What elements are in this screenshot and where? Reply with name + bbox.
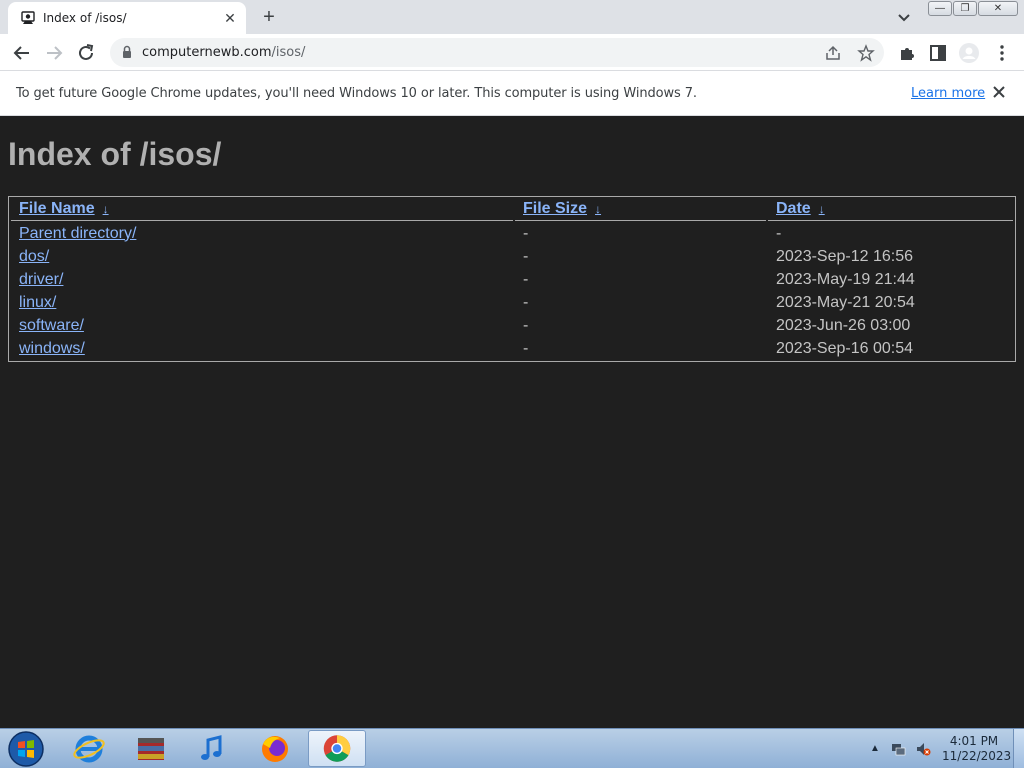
url-text[interactable]: computernewb.com/isos/ [142,45,305,60]
restore-button[interactable]: ❐ [953,1,977,16]
firefox-icon[interactable] [246,730,304,767]
profile-avatar-icon[interactable] [958,42,980,64]
sort-arrow-icon[interactable]: ↓ [595,202,601,216]
file-size-cell: - [523,293,529,311]
show-hidden-icons-arrow[interactable]: ▲ [870,743,880,754]
file-size-cell: - [523,224,529,242]
reload-icon[interactable] [75,42,97,64]
back-arrow-icon[interactable] [11,42,33,64]
chrome-icon[interactable] [308,730,366,767]
extensions-puzzle-icon[interactable] [896,42,918,64]
volume-muted-icon[interactable] [915,741,931,757]
folder-link-dos[interactable]: dos/ [19,248,49,265]
tab-active[interactable]: Index of /isos/ ✕ [8,2,246,34]
start-orb-icon[interactable] [5,730,47,768]
tab-close-icon[interactable]: ✕ [222,10,238,26]
new-tab-button[interactable]: + [258,6,280,28]
folder-link-windows[interactable]: windows/ [19,340,85,357]
menu-kebab-icon[interactable] [991,42,1013,64]
infobar-message: To get future Google Chrome updates, you… [16,86,697,101]
system-clock[interactable]: 4:01 PM 11/22/2023 [942,734,1012,764]
column-header-name: File Name ↓ [11,199,513,221]
clock-time: 4:01 PM [949,734,999,748]
folder-link-software[interactable]: software/ [19,317,84,334]
date-cell: 2023-May-19 21:44 [776,270,915,288]
page-title: Index of /isos/ [8,136,222,172]
file-size-cell: - [523,339,529,357]
date-cell: 2023-Sep-16 00:54 [776,339,913,357]
tab-search-chevron-icon[interactable] [895,8,913,26]
minimize-button[interactable]: — [928,1,952,16]
date-cell: 2023-May-21 20:54 [776,293,915,311]
folder-link-driver[interactable]: driver/ [19,271,63,288]
network-icon[interactable] [890,741,906,757]
sort-arrow-icon[interactable]: ↓ [819,202,825,216]
show-desktop-button[interactable] [1013,729,1024,768]
date-cell: - [776,224,782,242]
date-cell: 2023-Sep-12 16:56 [776,247,913,265]
parent-directory-link[interactable]: Parent directory/ [19,225,136,242]
table-row: dos/ - 2023-Sep-12 16:56 [11,246,1013,267]
forward-arrow-icon[interactable] [43,42,65,64]
internet-explorer-icon[interactable] [60,730,118,767]
bookmark-star-icon[interactable] [857,44,875,62]
side-panel-icon[interactable] [927,42,949,64]
page-content: Index of /isos/ File Name ↓ File Size ↓ Da… [0,116,1024,728]
file-size-cell: - [523,270,529,288]
tab-strip: Index of /isos/ ✕ + — ❐ ✕ [0,0,1024,34]
sort-by-name-link[interactable]: File Name [19,200,95,217]
table-header-row: File Name ↓ File Size ↓ Date ↓ [11,199,1013,221]
url-path: /isos/ [271,45,306,60]
table-row: linux/ - 2023-May-21 20:54 [11,292,1013,313]
page-favicon-icon [21,11,35,24]
table-row: Parent directory/ - - [11,223,1013,244]
address-bar[interactable]: computernewb.com/isos/ [110,38,884,67]
date-cell: 2023-Jun-26 03:00 [776,316,911,334]
lock-icon[interactable] [120,45,134,59]
sort-by-date-link[interactable]: Date [776,200,811,217]
close-window-button[interactable]: ✕ [978,1,1018,16]
table-row: windows/ - 2023-Sep-16 00:54 [11,338,1013,359]
folder-link-linux[interactable]: linux/ [19,294,56,311]
archive-manager-icon[interactable] [122,730,180,767]
table-row: software/ - 2023-Jun-26 03:00 [11,315,1013,336]
file-listing-table: File Name ↓ File Size ↓ Date ↓ Parent direc… [8,196,1016,362]
itunes-icon[interactable] [184,730,242,767]
column-header-size: File Size ↓ [515,199,766,221]
sort-arrow-icon[interactable]: ↓ [103,202,109,216]
file-size-cell: - [523,316,529,334]
url-host: computernewb.com [142,45,272,60]
windows-taskbar: ▲ 4:01 PM 11/22/2023 [0,728,1024,768]
learn-more-link[interactable]: Learn more [911,86,985,101]
column-header-date: Date ↓ [768,199,1013,221]
share-icon[interactable] [824,44,842,62]
clock-date: 11/22/2023 [942,749,1012,763]
sort-by-size-link[interactable]: File Size [523,200,587,217]
infobar-close-icon[interactable] [990,83,1008,101]
update-infobar: To get future Google Chrome updates, you… [0,71,1024,116]
browser-toolbar: computernewb.com/isos/ [0,34,1024,71]
table-row: driver/ - 2023-May-19 21:44 [11,269,1013,290]
tab-title: Index of /isos/ [43,11,127,25]
file-size-cell: - [523,247,529,265]
